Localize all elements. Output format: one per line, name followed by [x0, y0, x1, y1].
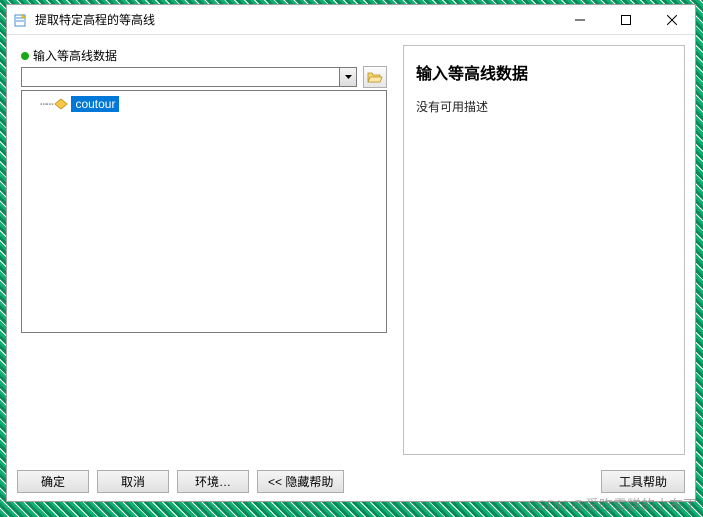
app-icon: [13, 12, 29, 28]
input-label-row: 输入等高线数据: [21, 47, 387, 64]
close-button[interactable]: [649, 5, 695, 34]
browse-button[interactable]: [363, 66, 387, 88]
cancel-button[interactable]: 取消: [97, 470, 169, 493]
folder-open-icon: [367, 70, 383, 84]
layer-tree[interactable]: ⋯⋯ coutour: [21, 90, 387, 333]
dialog-window: 提取特定高程的等高线 输入等高线数据: [6, 4, 696, 502]
tool-help-button[interactable]: 工具帮助: [601, 470, 685, 493]
input-row: [21, 66, 387, 88]
tree-item-label: coutour: [71, 96, 119, 112]
minimize-button[interactable]: [557, 5, 603, 34]
tree-item[interactable]: ⋯⋯ coutour: [26, 95, 382, 113]
parameters-pane: 输入等高线数据 ⋯⋯: [7, 35, 397, 461]
tree-connector-icon: ⋯⋯: [40, 97, 52, 111]
dropdown-button[interactable]: [339, 68, 356, 86]
titlebar[interactable]: 提取特定高程的等高线: [7, 5, 695, 35]
required-bullet-icon: [21, 52, 29, 60]
help-description: 没有可用描述: [416, 98, 672, 115]
maximize-button[interactable]: [603, 5, 649, 34]
window-title: 提取特定高程的等高线: [35, 11, 557, 28]
hide-help-button[interactable]: << 隐藏帮助: [257, 470, 344, 493]
input-label: 输入等高线数据: [33, 47, 117, 64]
button-bar: 确定 取消 环境… << 隐藏帮助 工具帮助: [7, 461, 695, 501]
content-area: 输入等高线数据 ⋯⋯: [7, 35, 695, 461]
pane-divider[interactable]: [397, 35, 401, 461]
help-pane: 输入等高线数据 没有可用描述: [403, 45, 685, 455]
input-field[interactable]: [22, 69, 339, 85]
window-controls: [557, 5, 695, 34]
help-heading: 输入等高线数据: [416, 60, 672, 84]
ok-button[interactable]: 确定: [17, 470, 89, 493]
polygon-layer-icon: [54, 98, 68, 110]
input-combobox[interactable]: [21, 67, 357, 87]
environments-button[interactable]: 环境…: [177, 470, 249, 493]
